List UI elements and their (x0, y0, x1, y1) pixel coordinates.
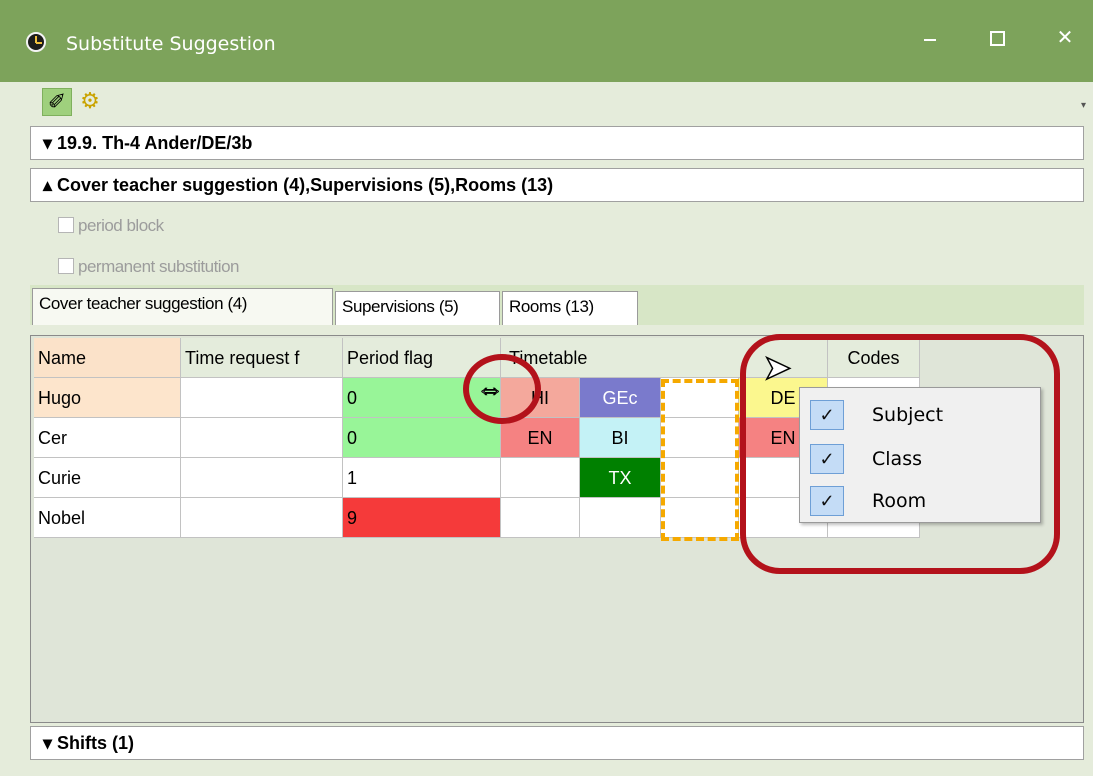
lesson-header-section[interactable]: ▾ 19.9. Th-4 Ander/DE/3b (30, 126, 1084, 160)
column-header-time-request[interactable]: Time request f (181, 338, 343, 378)
suggestions-section-label: ▴ Cover teacher suggestion (4),Supervisi… (43, 175, 554, 195)
row-nobel-period-flag[interactable]: 9 (343, 498, 501, 538)
row-curie-tt-2[interactable]: TX (580, 458, 661, 498)
row-cer-name[interactable]: Cer (34, 418, 181, 458)
substitute-suggestion-window: Substitute Suggestion ✕ ✐ ⚙ ▾ ▾ 19.9. Th… (0, 0, 1093, 776)
resize-cursor-icon: ⇔ (476, 373, 505, 405)
row-hugo-name[interactable]: Hugo (34, 378, 181, 418)
tab-strip: Cover teacher suggestion (4) Supervision… (30, 285, 1084, 325)
maximize-button[interactable] (975, 20, 1019, 56)
lesson-header-label: ▾ 19.9. Th-4 Ander/DE/3b (43, 133, 253, 153)
column-header-name[interactable]: Name (34, 338, 181, 378)
row-nobel-time-request[interactable] (181, 498, 343, 538)
window-title: Substitute Suggestion (66, 33, 276, 55)
period-block-label: period block (78, 216, 164, 235)
tab-rooms[interactable]: Rooms (13) (502, 291, 638, 325)
row-curie-name[interactable]: Curie (34, 458, 181, 498)
row-curie-time-request[interactable] (181, 458, 343, 498)
row-curie-tt-1[interactable] (501, 458, 580, 498)
row-nobel-tt-1[interactable] (501, 498, 580, 538)
clock-icon (26, 32, 46, 52)
row-hugo-time-request[interactable] (181, 378, 343, 418)
period-block-option: period block (58, 216, 164, 236)
pointer-cursor-icon: ➤ (762, 348, 792, 388)
permanent-substitution-checkbox[interactable] (58, 258, 74, 274)
row-cer-tt-1[interactable]: EN (501, 418, 580, 458)
title-bar[interactable]: Substitute Suggestion ✕ (0, 0, 1093, 82)
minimize-button[interactable] (907, 20, 951, 56)
row-nobel-name[interactable]: Nobel (34, 498, 181, 538)
current-period-marker (661, 379, 739, 541)
period-block-checkbox[interactable] (58, 217, 74, 233)
row-hugo-tt-2[interactable]: GEc (580, 378, 661, 418)
settings-gear-icon[interactable]: ⚙ (76, 88, 104, 114)
close-button[interactable]: ✕ (1043, 20, 1087, 56)
toolbar: ✐ ⚙ ▾ (30, 82, 1090, 122)
tab-cover-teacher-suggestion[interactable]: Cover teacher suggestion (4) (32, 288, 333, 325)
shifts-section[interactable]: ▾ Shifts (1) (30, 726, 1084, 760)
row-cer-period-flag[interactable]: 0 (343, 418, 501, 458)
row-curie-period-flag[interactable]: 1 (343, 458, 501, 498)
row-cer-tt-2[interactable]: BI (580, 418, 661, 458)
row-nobel-tt-2[interactable] (580, 498, 661, 538)
permanent-substitution-option: permanent substitution (58, 257, 240, 277)
shifts-section-label: ▾ Shifts (1) (43, 733, 135, 753)
edit-pencil-icon[interactable]: ✐ (42, 88, 72, 116)
toolbar-overflow-icon[interactable]: ▾ (1081, 100, 1086, 111)
suggestions-section[interactable]: ▴ Cover teacher suggestion (4),Supervisi… (30, 168, 1084, 202)
row-cer-time-request[interactable] (181, 418, 343, 458)
permanent-substitution-label: permanent substitution (78, 257, 240, 276)
tab-supervisions[interactable]: Supervisions (5) (335, 291, 500, 325)
